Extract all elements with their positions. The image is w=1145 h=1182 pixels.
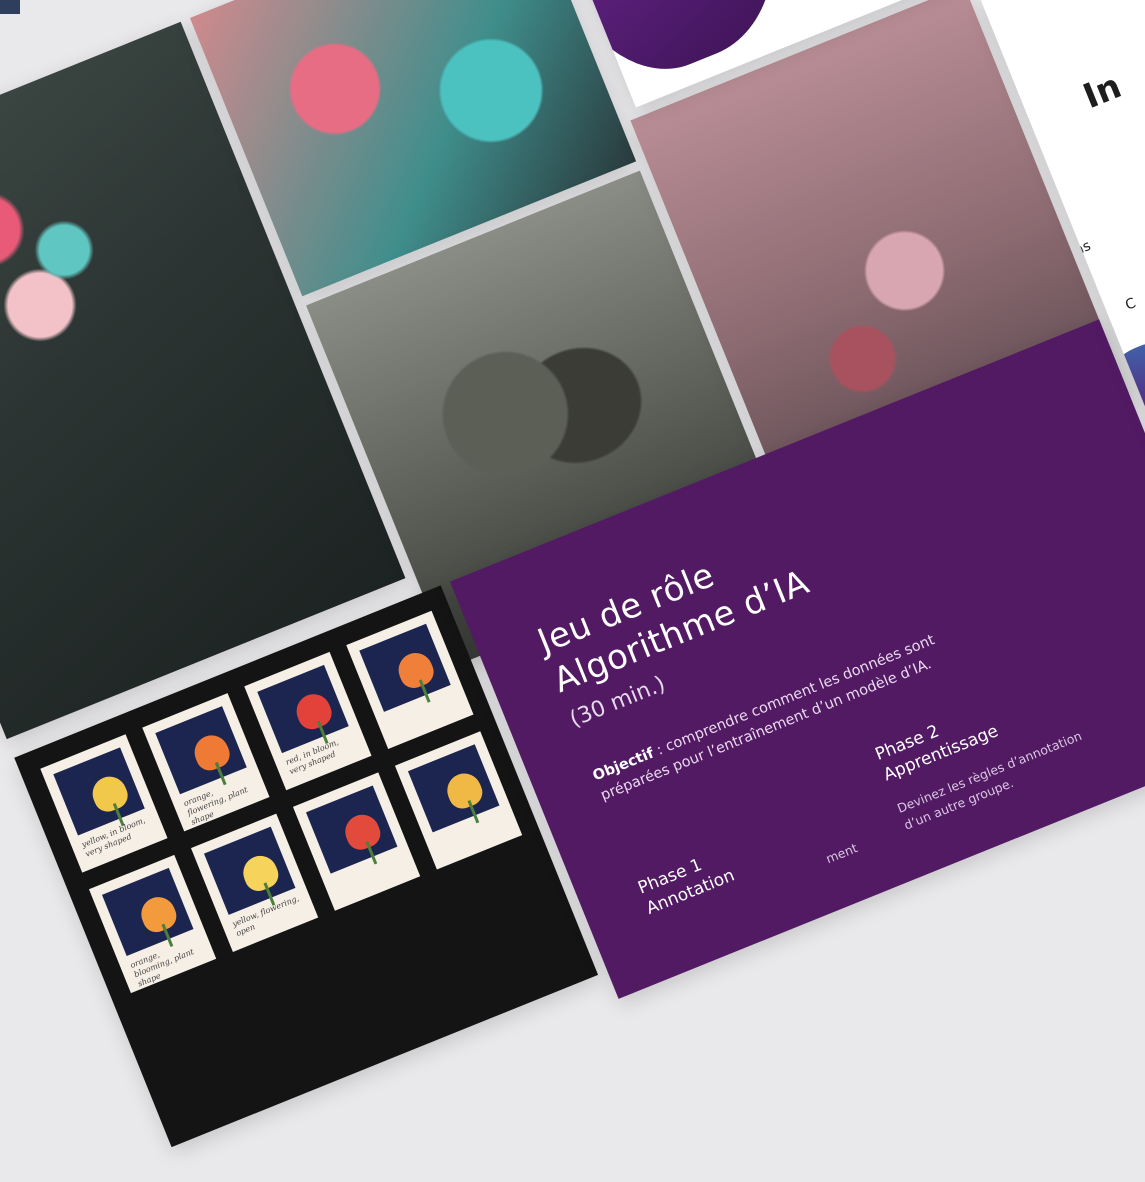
tulip-photo (359, 623, 451, 712)
tulip-card (292, 772, 421, 911)
activity-title: Jeu de rôle Algorithme d’IA (532, 522, 815, 702)
tulip-photo (407, 744, 500, 833)
tulip-card: red, in bloom, very shaped (244, 651, 372, 791)
tulip-photo (305, 785, 398, 874)
phase1-heading: Phase 1 Annotation (635, 844, 738, 920)
tulip-card (394, 731, 523, 870)
presentation-collage: yellow, in bloom, very shaped orange, fl… (0, 0, 1145, 1148)
phase1-description: ment (823, 840, 860, 867)
corner-mark (0, 0, 20, 14)
slide-title-fragment: In (1077, 66, 1127, 118)
tulip-card: orange, flowering, plant shape (142, 693, 270, 832)
tulip-card: orange, blooming, plant shape (88, 854, 217, 994)
slide-label-b: C (1123, 295, 1139, 314)
tilted-slides: yellow, in bloom, very shaped orange, fl… (0, 0, 1145, 1173)
tulip-card: yellow, flowering, open (190, 813, 319, 952)
tulip-card (346, 610, 474, 750)
tulip-card: yellow, in bloom, very shaped (40, 734, 168, 873)
